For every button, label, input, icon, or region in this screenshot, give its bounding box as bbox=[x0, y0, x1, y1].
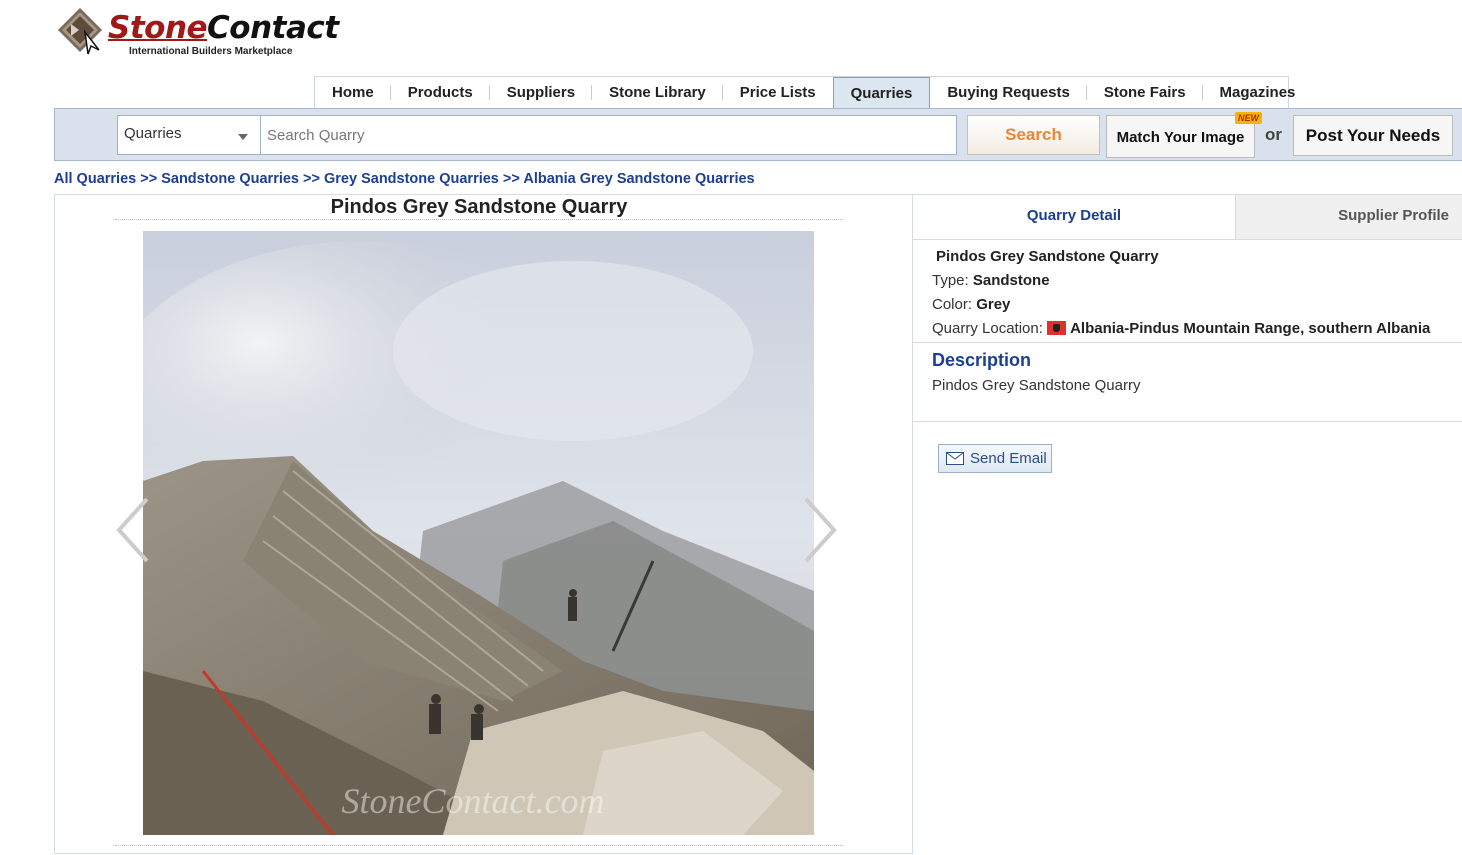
quarry-photo[interactable]: StoneContact.com bbox=[143, 231, 814, 835]
nav-buying-requests[interactable]: Buying Requests bbox=[930, 77, 1087, 108]
chevron-down-icon bbox=[238, 134, 248, 140]
breadcrumb: All Quarries >> Sandstone Quarries >> Gr… bbox=[54, 171, 755, 187]
description-text: Pindos Grey Sandstone Quarry bbox=[932, 377, 1141, 394]
location-label: Quarry Location: bbox=[932, 320, 1043, 337]
logo-wordmark: StoneContact bbox=[108, 10, 339, 46]
description-heading: Description bbox=[932, 350, 1032, 370]
location-value: Albania-Pindus Mountain Range, southern … bbox=[1070, 320, 1431, 337]
divider bbox=[913, 342, 1462, 343]
nav-quarries[interactable]: Quarries bbox=[832, 76, 931, 111]
gallery-panel: Pindos Grey Sandstone Quarry StoneContac… bbox=[54, 194, 913, 854]
nav-suppliers[interactable]: Suppliers bbox=[490, 77, 593, 108]
color-value: Grey bbox=[976, 296, 1011, 313]
nav-stone-fairs[interactable]: Stone Fairs bbox=[1087, 77, 1203, 108]
match-image-button[interactable]: Match Your Image bbox=[1106, 115, 1255, 158]
quarry-type-row: Type: Sandstone bbox=[932, 269, 1452, 293]
breadcrumb-separator: >> bbox=[303, 171, 320, 187]
search-input[interactable] bbox=[261, 115, 957, 155]
type-value: Sandstone bbox=[972, 272, 1050, 289]
nav-price-lists[interactable]: Price Lists bbox=[723, 77, 833, 108]
envelope-icon bbox=[946, 452, 964, 465]
post-needs-button[interactable]: Post Your Needs bbox=[1293, 115, 1453, 156]
next-arrow-icon[interactable] bbox=[800, 495, 840, 565]
detail-panel: Quarry Detail Supplier Profile Pindos Gr… bbox=[913, 194, 1462, 855]
quarry-info: Pindos Grey Sandstone Quarry Type: Sands… bbox=[932, 245, 1452, 341]
or-text: or bbox=[1265, 125, 1282, 144]
divider bbox=[913, 421, 1462, 422]
send-email-label: Send Email bbox=[970, 450, 1047, 467]
quarry-photo-graphic: StoneContact.com bbox=[143, 231, 814, 835]
color-label: Color: bbox=[932, 296, 973, 313]
quarry-color-row: Color: Grey bbox=[932, 293, 1452, 317]
stone-logo-icon bbox=[58, 8, 102, 55]
nav-home[interactable]: Home bbox=[315, 77, 391, 108]
nav-products[interactable]: Products bbox=[391, 77, 490, 108]
logo-tagline: International Builders Marketplace bbox=[129, 46, 293, 57]
search-bar: Quarries Search Match Your Image NEW or … bbox=[54, 108, 1462, 161]
breadcrumb-separator: >> bbox=[502, 171, 520, 187]
breadcrumb-grey-sandstone-quarries[interactable]: Grey Sandstone Quarries bbox=[324, 171, 499, 187]
nav-stone-library[interactable]: Stone Library bbox=[592, 77, 723, 108]
new-badge: NEW bbox=[1235, 112, 1262, 124]
breadcrumb-albania-grey-sandstone[interactable]: Albania Grey Sandstone Quarries bbox=[523, 171, 754, 187]
type-label: Type: bbox=[932, 272, 969, 289]
breadcrumb-separator: >> bbox=[140, 171, 158, 187]
previous-arrow-icon[interactable] bbox=[113, 495, 153, 565]
tab-supplier-profile[interactable]: Supplier Profile bbox=[1235, 195, 1462, 239]
watermark-text: StoneContact.com bbox=[342, 781, 605, 821]
divider bbox=[115, 845, 843, 846]
albania-flag-icon bbox=[1047, 321, 1067, 335]
site-logo[interactable]: StoneContact International Builders Mark… bbox=[55, 6, 339, 62]
quarry-location-row: Quarry Location: Albania-Pindus Mountain… bbox=[932, 317, 1452, 341]
search-button[interactable]: Search bbox=[967, 115, 1100, 155]
detail-tabs: Quarry Detail Supplier Profile bbox=[913, 195, 1462, 240]
page-title: Pindos Grey Sandstone Quarry bbox=[115, 195, 843, 220]
breadcrumb-sandstone-quarries[interactable]: Sandstone Quarries bbox=[161, 171, 299, 187]
quarry-name: Pindos Grey Sandstone Quarry bbox=[936, 248, 1159, 265]
send-email-button[interactable]: Send Email bbox=[938, 444, 1052, 473]
main-nav: Home Products Suppliers Stone Library Pr… bbox=[314, 76, 1295, 111]
nav-magazines[interactable]: Magazines bbox=[1203, 77, 1313, 108]
category-select[interactable]: Quarries bbox=[117, 115, 261, 155]
category-select-value: Quarries bbox=[124, 125, 182, 142]
tab-quarry-detail[interactable]: Quarry Detail bbox=[913, 195, 1235, 239]
breadcrumb-all-quarries[interactable]: All Quarries bbox=[54, 171, 136, 187]
